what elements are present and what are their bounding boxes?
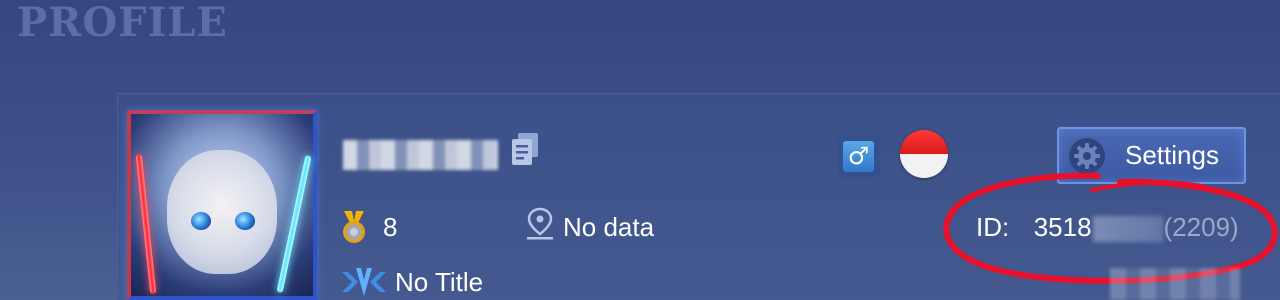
avatar[interactable]	[127, 110, 317, 300]
copy-icon[interactable]	[509, 131, 541, 167]
avatar-face	[167, 150, 277, 274]
gender-symbol: ♂	[843, 141, 874, 172]
username-redacted	[343, 140, 498, 170]
location-pin-icon	[527, 207, 553, 240]
redacted-text	[1110, 268, 1240, 300]
avatar-right-eye	[235, 212, 255, 230]
rank-value: 8	[383, 212, 398, 242]
location-value: No data	[563, 212, 655, 242]
avatar-red-saber	[135, 154, 157, 294]
avatar-blue-saber	[276, 154, 312, 294]
avatar-left-eye	[191, 212, 211, 230]
title-value: No Title	[395, 267, 484, 297]
title-emblem-icon	[342, 268, 386, 296]
male-icon: ♂	[838, 135, 880, 177]
medal-icon	[343, 211, 365, 243]
page-title: PROFILE	[17, 0, 228, 46]
